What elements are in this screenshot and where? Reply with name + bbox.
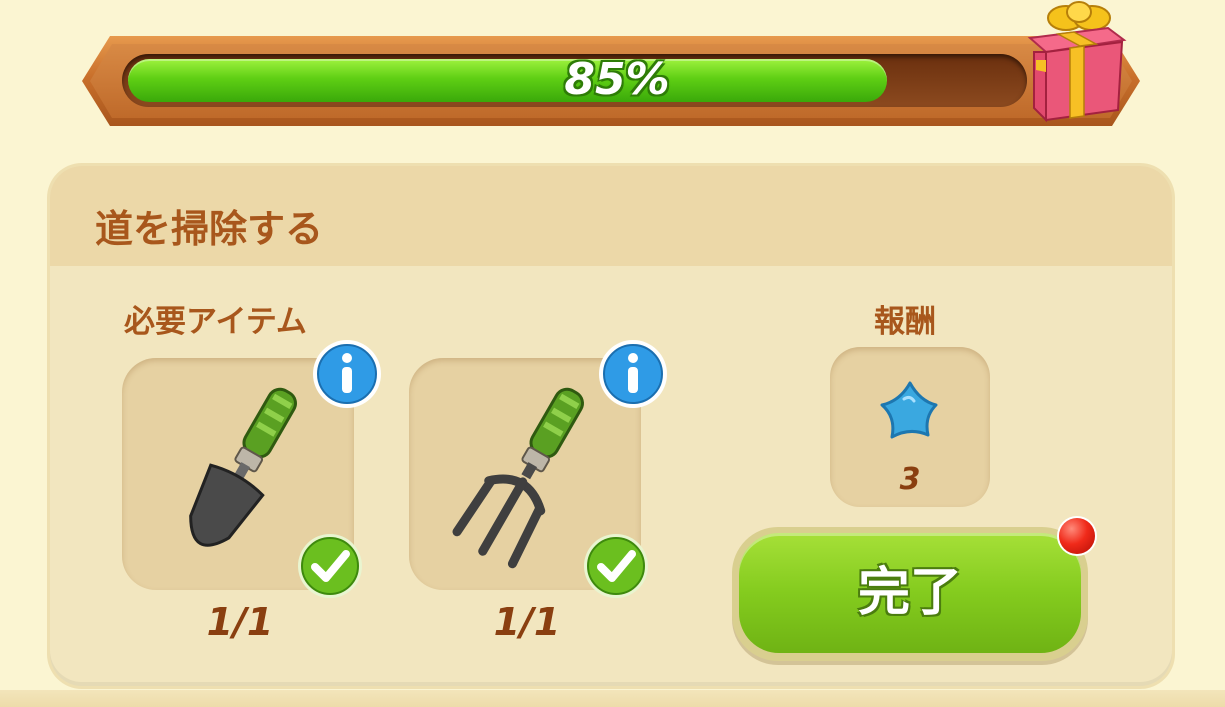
item-count-trowel: 1/1 (206, 600, 274, 644)
required-items-label: 必要アイテム (124, 304, 307, 340)
reward-count: 3 (899, 462, 921, 497)
complete-button-face: 完了 (739, 533, 1081, 653)
bottom-strip (0, 690, 1225, 707)
gift-box-icon[interactable] (1018, 0, 1130, 126)
progress-percent: 85% (564, 54, 670, 105)
item-count-garden-fork: 1/1 (493, 600, 561, 644)
complete-button-label: 完了 (857, 563, 962, 623)
check-icon (584, 534, 648, 598)
notification-dot (1059, 518, 1095, 554)
reward-label: 報酬 (874, 304, 936, 340)
info-icon[interactable] (311, 338, 383, 410)
complete-button[interactable]: 完了 (732, 527, 1088, 661)
info-icon[interactable] (597, 338, 669, 410)
task-title: 道を掃除する (95, 207, 324, 251)
check-icon (298, 534, 362, 598)
